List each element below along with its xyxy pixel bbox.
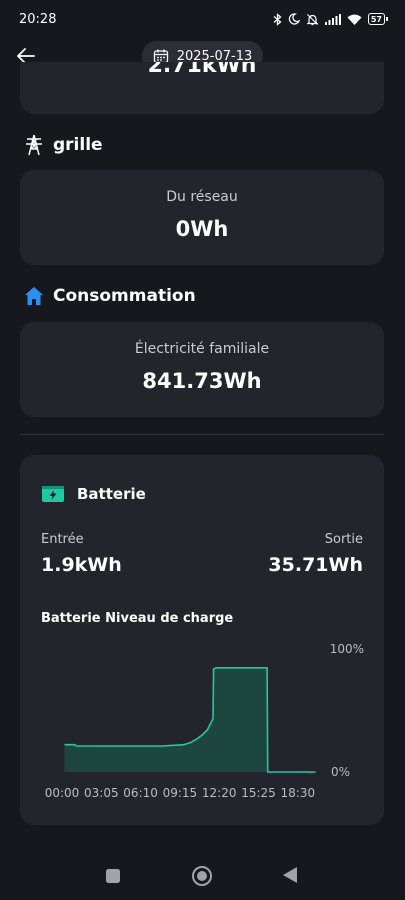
- status-icons: 57: [273, 12, 389, 26]
- x-axis-ticks: 00:00 03:05 06:10 09:15 12:20 15:25 18:30: [45, 786, 315, 800]
- power-tower-icon: [26, 134, 42, 156]
- battery-card: Batterie Entrée 1.9kWh Sortie 35.71Wh Ba…: [20, 455, 384, 825]
- back-icon: [283, 867, 297, 883]
- status-bar: 20:28 57: [0, 0, 405, 38]
- x-tick-label: 18:30: [281, 786, 316, 800]
- consumption-label: Électricité familiale: [134, 341, 270, 357]
- recent-apps-icon: [106, 869, 120, 883]
- consumption-section-label: Consommation: [53, 286, 196, 306]
- section-divider: [20, 434, 384, 435]
- grid-card: Du réseau 0Wh: [20, 170, 384, 265]
- battery-icon: 57: [367, 13, 389, 25]
- y-tick-label-0: 0%: [331, 765, 350, 779]
- navigation-bar: [0, 852, 405, 900]
- x-tick-label: 06:10: [123, 786, 158, 800]
- consumption-value: 841.73Wh: [142, 369, 262, 393]
- y-tick-label-100: 100%: [330, 642, 364, 656]
- x-tick-label: 00:00: [45, 786, 80, 800]
- battery-level: 57: [370, 14, 382, 24]
- x-tick-label: 03:05: [84, 786, 119, 800]
- signal-icon: [324, 13, 341, 25]
- home-icon: [192, 866, 212, 886]
- house-icon: [25, 287, 43, 305]
- grid-section-title: grille: [24, 134, 103, 156]
- wifi-icon: [347, 14, 362, 25]
- x-tick-label: 15:25: [241, 786, 276, 800]
- bell-off-icon: [306, 13, 319, 26]
- consumption-card: Électricité familiale 841.73Wh: [20, 322, 384, 417]
- solar-production-card: 2.71kWh: [20, 62, 384, 114]
- consumption-section-title: Consommation: [24, 286, 196, 306]
- bluetooth-icon: [273, 12, 282, 26]
- battery-soc-chart: 100% 0% 00:00 03:05 06:10 09:15 12:20 15:25 18…: [45, 642, 364, 800]
- home-button[interactable]: [191, 865, 213, 891]
- recent-apps-button[interactable]: [105, 868, 121, 888]
- system-back-button[interactable]: [282, 866, 298, 888]
- grid-section-label: grille: [53, 135, 103, 155]
- grid-label: Du réseau: [166, 189, 238, 205]
- soc-area: [64, 667, 316, 772]
- grid-value: 0Wh: [175, 217, 229, 241]
- moon-icon: [288, 13, 300, 25]
- status-time: 20:28: [19, 11, 57, 27]
- x-tick-label: 12:20: [202, 786, 237, 800]
- x-tick-label: 09:15: [163, 786, 198, 800]
- production-value: 2.71kWh: [147, 62, 257, 78]
